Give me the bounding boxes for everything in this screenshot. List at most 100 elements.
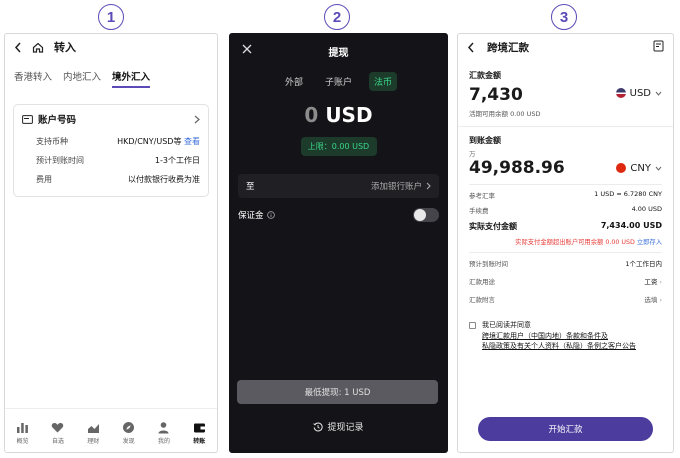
send-amount-label: 汇款金额 xyxy=(469,71,501,80)
row-label: 预计到账时间 xyxy=(469,260,508,268)
heart-icon xyxy=(52,422,64,432)
view-link[interactable]: 查看 xyxy=(184,137,200,146)
warning-text: 实际支付金额超出账户可用余额 0.00 USD xyxy=(515,239,635,246)
row-label: 预计到账时间 xyxy=(36,156,84,165)
nav-label: 理财 xyxy=(87,437,100,445)
remittance-purpose-row[interactable]: 汇款用途 工资 › xyxy=(469,276,662,286)
step-number-2: 2 xyxy=(324,4,350,30)
deposit-now-link[interactable]: 立即存入 xyxy=(637,239,662,246)
bank-card-icon xyxy=(22,114,33,124)
tab-overseas-remit-in[interactable]: 境外汇入 xyxy=(112,69,151,88)
receive-currency-selector[interactable]: CNY xyxy=(616,163,662,174)
account-number-card[interactable]: 账户号码 支持币种 HKD/CNY/USD等 查看 预计到账时间 1-3个工作日… xyxy=(13,104,209,197)
arrival-time-row: 预计到账时间 1个工作日内 xyxy=(469,258,662,268)
row-label: 实际支付金额 xyxy=(469,222,517,231)
header: 跨境汇款 xyxy=(458,34,673,60)
chevron-right-icon xyxy=(194,115,200,123)
chevron-right-icon: › xyxy=(659,296,662,304)
chevron-down-icon xyxy=(655,91,662,96)
divider xyxy=(469,252,662,253)
min-withdraw-button[interactable]: 最低提现: 1 USD xyxy=(237,380,438,404)
privacy-link[interactable]: 私隐政策及有关个人资料（私隐）条例之客户公告 xyxy=(482,342,636,350)
row-value: 以付款银行收费为准 xyxy=(128,175,200,184)
row-label: 手续费 xyxy=(469,207,489,215)
bar-chart-icon xyxy=(17,422,29,433)
back-icon[interactable] xyxy=(14,42,22,53)
to-label: 至 xyxy=(246,182,255,192)
nav-item-transfer[interactable]: 转账 xyxy=(193,421,206,445)
back-icon[interactable] xyxy=(467,42,475,53)
nav-item-watchlist[interactable]: 自选 xyxy=(51,421,64,445)
row-label: 参考汇率 xyxy=(469,192,495,200)
tab-mainland-remit-in[interactable]: 内地汇入 xyxy=(63,69,101,88)
terms-link[interactable]: 跨境汇款用户（中国内地）条款和条件及 xyxy=(482,332,608,340)
agreement-section: 我已阅读并同意 跨境汇款用户（中国内地）条款和条件及 私隐政策及有关个人资料（私… xyxy=(458,320,673,352)
send-amount-input[interactable]: 7,430 xyxy=(469,85,523,105)
amount-display[interactable]: 0 USD xyxy=(230,103,447,127)
document-icon[interactable] xyxy=(653,40,664,52)
nav-label: 概览 xyxy=(16,437,29,445)
nav-item-overview[interactable]: 概览 xyxy=(16,421,29,445)
limit-badge: 上限：0.00 USD xyxy=(300,137,377,156)
step-number-3: 3 xyxy=(551,4,577,30)
phone-withdraw: 提现 外部 子账户 法币 0 USD 上限：0.00 USD 至 添加银行账户 … xyxy=(229,33,448,453)
fee-row: 费用 以付款银行收费为准 xyxy=(22,170,200,189)
start-remittance-button[interactable]: 开始汇款 xyxy=(478,417,653,441)
tab-hk-transfer-in[interactable]: 香港转入 xyxy=(14,69,52,88)
home-icon[interactable] xyxy=(32,42,44,53)
row-label: 费用 xyxy=(36,175,52,184)
receive-amount-label: 到账金额 xyxy=(469,136,501,145)
nav-item-me[interactable]: 我的 xyxy=(157,421,170,445)
receive-amount-input[interactable]: 49,988.96 xyxy=(469,158,565,178)
compass-icon xyxy=(123,421,135,433)
row-value: 4.00 USD xyxy=(631,205,662,213)
chevron-right-icon xyxy=(426,182,431,190)
withdraw-history-link[interactable]: 提现记录 xyxy=(230,420,447,433)
person-icon xyxy=(158,421,169,433)
tab-sub-account[interactable]: 子账户 xyxy=(320,72,357,91)
page-title: 转入 xyxy=(54,41,76,54)
unit-label: 万 xyxy=(469,150,476,158)
step-number-1: 1 xyxy=(98,4,124,30)
tabs: 香港转入 内地汇入 境外汇入 xyxy=(5,69,217,88)
divider xyxy=(458,126,673,127)
available-balance-hint: 活期可用余额 0.00 USD xyxy=(469,110,541,118)
card-title: 账户号码 xyxy=(38,115,77,126)
fee-row: 手续费 4.00 USD xyxy=(469,205,662,215)
row-label: 汇款用途 xyxy=(469,278,495,286)
agree-checkbox[interactable] xyxy=(469,322,476,329)
send-section: 汇款金额 7,430 USD 活期可用余额 0.00 USD xyxy=(458,70,673,118)
page-title: 跨境汇款 xyxy=(487,41,529,54)
deposit-label: 保证金 xyxy=(238,211,264,221)
tabs: 外部 子账户 法币 xyxy=(230,72,447,91)
row-value: 选填 xyxy=(644,296,658,304)
nav-item-discover[interactable]: 发现 xyxy=(122,421,135,445)
remittance-note-row[interactable]: 汇款附言 选填 › xyxy=(469,294,662,304)
bottom-nav: 概览 自选 理财 发现 我的 转账 xyxy=(5,408,217,452)
header: 提现 xyxy=(230,34,447,68)
row-value: 1个工作日内 xyxy=(625,260,662,268)
history-label: 提现记录 xyxy=(327,423,364,433)
nav-label: 自选 xyxy=(51,437,64,445)
page-title: 提现 xyxy=(328,47,349,59)
close-icon[interactable] xyxy=(242,44,252,54)
row-label: 支持币种 xyxy=(36,137,68,146)
amount-currency: USD xyxy=(325,103,373,127)
receive-section: 到账金额 万 49,988.96 CNY 参考汇率 1 USD ≈ 6.7280… xyxy=(458,135,673,304)
agree-lead-text: 我已阅读并同意 xyxy=(482,321,531,329)
wallet-icon xyxy=(193,423,205,432)
deposit-toggle[interactable] xyxy=(413,208,439,222)
currency-code: USD xyxy=(629,87,651,99)
chevron-right-icon: › xyxy=(659,278,662,286)
info-icon[interactable] xyxy=(266,211,275,219)
send-currency-selector[interactable]: USD xyxy=(615,87,662,99)
tab-external[interactable]: 外部 xyxy=(280,72,308,91)
row-value: 1-3个工作日 xyxy=(154,156,200,165)
bank-account-selector[interactable]: 至 添加银行账户 xyxy=(238,174,439,198)
cn-flag-icon xyxy=(616,163,627,173)
exchange-rate-row: 参考汇率 1 USD ≈ 6.7280 CNY xyxy=(469,190,662,200)
nav-item-wealth[interactable]: 理财 xyxy=(87,421,100,445)
deposit-row: 保证金 xyxy=(238,208,439,222)
tab-fiat[interactable]: 法币 xyxy=(369,72,398,91)
row-value: HKD/CNY/USD等 xyxy=(117,137,182,146)
